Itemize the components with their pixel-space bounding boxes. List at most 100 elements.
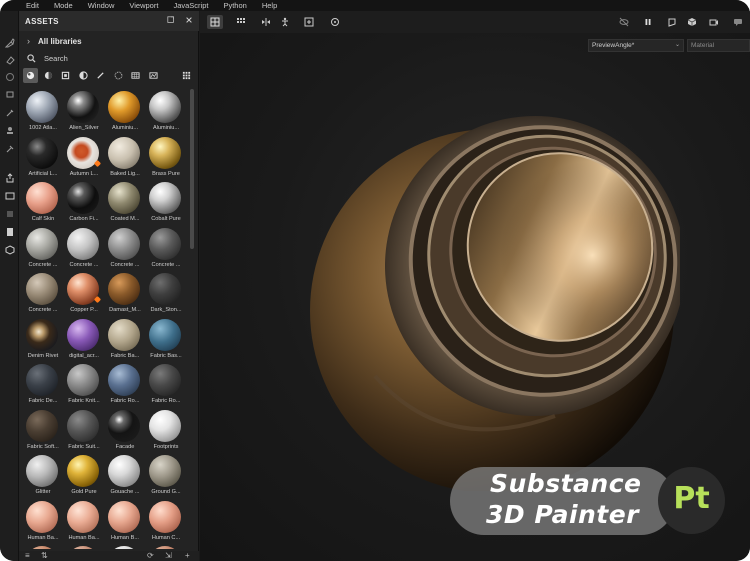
library-selector[interactable]: › All libraries [19, 33, 199, 49]
material-thumbnail[interactable]: Concrete ... [146, 226, 186, 271]
eraser-tool[interactable] [3, 53, 16, 66]
camera-settings-button[interactable] [327, 15, 343, 29]
filter-filters[interactable] [146, 68, 161, 83]
paint-brush-tool[interactable] [3, 36, 16, 49]
document-tool[interactable] [3, 225, 16, 238]
material-thumbnail[interactable]: Concrete ... [105, 226, 145, 271]
material-thumbnail[interactable] [146, 544, 186, 549]
material-thumbnail[interactable]: Ground G... [146, 453, 186, 498]
material-thumbnail[interactable]: 1002 Atla... [23, 89, 63, 134]
clone-tool[interactable] [3, 124, 16, 137]
cube-tool[interactable] [3, 243, 16, 256]
material-preview-sphere[interactable] [305, 116, 680, 491]
single-view-button[interactable] [207, 15, 223, 29]
layers-tool[interactable] [3, 207, 16, 220]
export-tool[interactable] [3, 171, 16, 184]
pause-render-button[interactable] [640, 15, 656, 29]
material-thumbnail[interactable]: Coated M... [105, 180, 145, 225]
menu-help[interactable]: Help [262, 0, 277, 11]
material-thumbnail[interactable]: Aluminiu... [146, 89, 186, 134]
material-thumbnail[interactable]: Gouache ... [105, 453, 145, 498]
pose-button[interactable] [277, 15, 293, 29]
texture-set-button[interactable] [684, 15, 700, 29]
material-thumbnail[interactable]: Footprints [146, 408, 186, 453]
material-thumbnail[interactable]: Facade [105, 408, 145, 453]
filter-smart-materials[interactable] [41, 68, 56, 83]
material-thumbnail[interactable]: digital_acr... [64, 317, 104, 362]
material-thumbnail[interactable]: Concrete ... [23, 271, 63, 316]
material-thumbnail[interactable]: Concrete ... [64, 226, 104, 271]
material-label: Calf Skin [31, 216, 55, 222]
projection-tool[interactable] [3, 70, 16, 83]
material-thumbnail[interactable]: Human Ba... [64, 499, 104, 544]
menu-javascript[interactable]: JavaScript [173, 0, 208, 11]
material-thumbnail[interactable]: Artificial L... [23, 135, 63, 180]
filter-brushes[interactable] [93, 68, 108, 83]
symmetry-button[interactable] [258, 15, 274, 29]
picker-tool[interactable] [3, 142, 16, 155]
material-thumbnail[interactable]: Carbon Fi... [64, 180, 104, 225]
filter-smart-masks[interactable] [76, 68, 91, 83]
float-panel-button[interactable] [166, 16, 176, 26]
material-thumbnail[interactable]: Dark_Ston... [146, 271, 186, 316]
assets-title: ASSETS [25, 16, 59, 26]
filter-materials[interactable] [23, 68, 38, 83]
material-thumbnail[interactable]: Calf Skin [23, 180, 63, 225]
material-thumbnail[interactable]: Fabric Bas... [146, 317, 186, 362]
filter-particles[interactable] [111, 68, 126, 83]
sort-button[interactable]: ⇅ [41, 551, 48, 561]
view-mode-button[interactable] [180, 68, 193, 83]
filter-environments[interactable] [128, 68, 143, 83]
material-thumbnail[interactable]: Brass Pure [146, 135, 186, 180]
smudge-tool[interactable] [3, 106, 16, 119]
material-thumbnail[interactable]: Human Ba... [23, 499, 63, 544]
material-thumbnail[interactable]: Concrete ... [23, 226, 63, 271]
camera-dropdown[interactable]: PreviewAngle* ⌄ [588, 39, 684, 52]
render-mode-button[interactable] [706, 15, 722, 29]
menu-viewport[interactable]: Viewport [129, 0, 158, 11]
material-thumbnail[interactable]: Cobalt Pure [146, 180, 186, 225]
filter-textures[interactable] [58, 68, 73, 83]
material-thumbnail[interactable] [105, 544, 145, 549]
menu-window[interactable]: Window [88, 0, 115, 11]
material-thumbnail[interactable] [23, 544, 63, 549]
import-button[interactable]: ⇲ [165, 551, 172, 561]
add-asset-button[interactable]: + [185, 551, 190, 561]
menu-edit[interactable]: Edit [26, 0, 39, 11]
material-thumbnail[interactable]: Fabric Knit... [64, 362, 104, 407]
material-thumbnail[interactable]: Human B... [105, 499, 145, 544]
chat-button[interactable] [730, 15, 746, 29]
material-thumbnail[interactable]: Aluminiu... [105, 89, 145, 134]
material-thumbnail[interactable]: Fabric De... [23, 362, 63, 407]
material-thumbnail[interactable] [64, 544, 104, 549]
material-thumbnail[interactable]: Fabric Ro... [146, 362, 186, 407]
material-thumbnail[interactable]: Baked Lig... [105, 135, 145, 180]
material-thumbnail[interactable]: Alien_Silver [64, 89, 104, 134]
add-view-button[interactable] [301, 15, 317, 29]
material-thumbnail[interactable]: Damast_M... [105, 271, 145, 316]
refresh-button[interactable]: ⟳ [147, 551, 154, 561]
material-thumbnail[interactable]: Fabric Ba... [105, 317, 145, 362]
material-thumbnail[interactable]: Fabric Ro... [105, 362, 145, 407]
list-view-button[interactable]: ≡ [25, 551, 30, 561]
bake-tool[interactable] [3, 189, 16, 202]
material-thumbnail[interactable]: Copper P... [64, 271, 104, 316]
material-thumbnail[interactable]: Autumn L... [64, 135, 104, 180]
material-label: Fabric Knit... [68, 398, 100, 404]
polygon-fill-tool[interactable] [3, 88, 16, 101]
close-panel-button[interactable] [184, 16, 194, 26]
asset-grid-scrollbar[interactable] [190, 89, 194, 249]
menu-python[interactable]: Python [223, 0, 246, 11]
menu-mode[interactable]: Mode [54, 0, 73, 11]
material-thumbnail[interactable]: Glitter [23, 453, 63, 498]
material-thumbnail[interactable]: Fabric Soft... [23, 408, 63, 453]
material-thumbnail[interactable]: Human C... [146, 499, 186, 544]
search-input[interactable] [44, 54, 184, 63]
channel-dropdown[interactable]: Material [687, 39, 750, 52]
material-thumbnail[interactable]: Fabric Suit... [64, 408, 104, 453]
material-thumbnail[interactable]: Gold Pure [64, 453, 104, 498]
split-view-button[interactable] [233, 15, 249, 29]
material-thumbnail[interactable]: Denim Rivet [23, 317, 63, 362]
display-settings-button[interactable] [664, 15, 680, 29]
visibility-toggle-button[interactable] [616, 15, 632, 29]
